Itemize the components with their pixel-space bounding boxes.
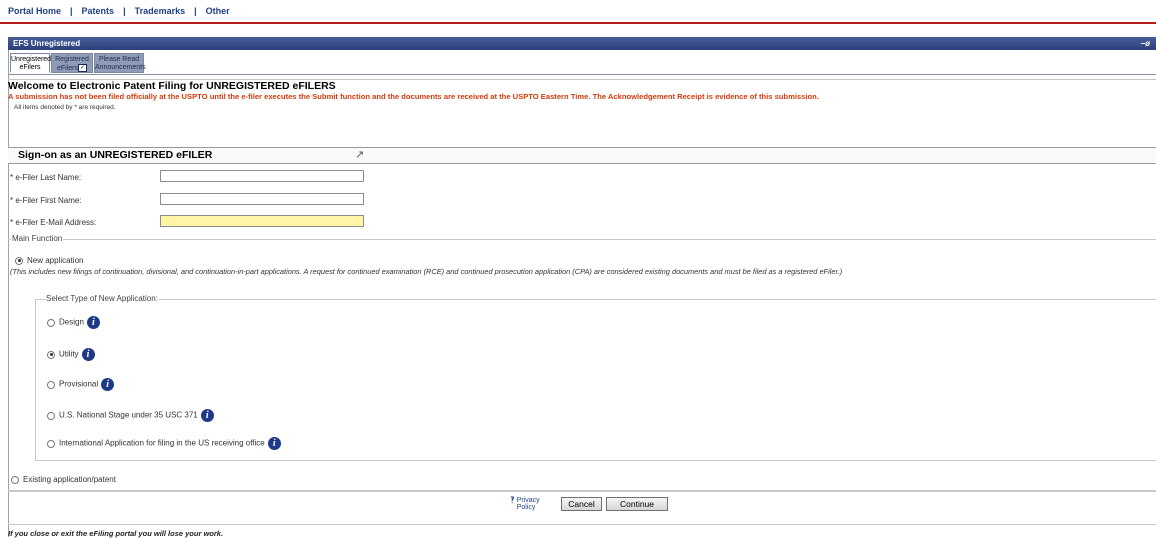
tab-label: Announcements [95, 64, 146, 71]
national-stage-label: U.S. National Stage under 35 USC 371 [59, 410, 198, 420]
national-stage-radio[interactable] [47, 411, 55, 420]
utility-option[interactable]: Utility i [47, 348, 95, 361]
submission-warning: A submission has not been filed official… [8, 92, 819, 101]
tab-label: Registered [55, 56, 89, 63]
info-icon[interactable]: i [200, 409, 214, 422]
tab-label: Unregistered [11, 56, 52, 63]
cancel-button[interactable]: Cancel [561, 497, 602, 511]
info-icon[interactable]: i [267, 437, 281, 450]
utility-radio[interactable] [47, 350, 55, 359]
new-application-radio[interactable] [15, 256, 23, 265]
checkmark-icon: ✓ [78, 64, 87, 72]
portal-nav: Portal Home | Patents | Trademarks | Other [8, 6, 230, 16]
nav-portal-home[interactable]: Portal Home [8, 6, 61, 16]
national-stage-option[interactable]: U.S. National Stage under 35 USC 371 i [47, 409, 214, 422]
tab-label: eFilers [56, 64, 78, 72]
portlet-title-bar: EFS Unregistered −ø [8, 37, 1156, 50]
mouse-cursor-icon: ↗ [355, 149, 365, 161]
new-application-option[interactable]: New application [15, 256, 83, 265]
email-input[interactable] [160, 215, 364, 227]
tab-label: Please Read [98, 56, 140, 63]
tab-registered-efilers[interactable]: Registered eFilers ✓ [51, 53, 93, 73]
international-option[interactable]: International Application for filing in … [47, 437, 281, 450]
signon-title: Sign-on as an UNREGISTERED eFILER [18, 149, 213, 161]
existing-application-label: Existing application/patent [23, 475, 116, 484]
first-name-label: * e-Filer First Name: [10, 196, 82, 205]
new-application-label: New application [27, 256, 84, 265]
policy-label: Policy [516, 504, 536, 511]
tab-please-read[interactable]: Please Read Announcements [94, 53, 146, 73]
tab-label: eFilers [19, 64, 41, 71]
design-label: Design [59, 317, 84, 327]
existing-application-radio[interactable] [11, 475, 19, 484]
cropped-heading [0, 0, 1156, 1]
portlet-title: EFS Unregistered [13, 39, 81, 48]
nav-separator: | [194, 6, 197, 16]
new-application-note: (This includes new filings of continuati… [10, 267, 843, 276]
nav-separator: | [70, 6, 73, 16]
provisional-option[interactable]: Provisional i [47, 378, 115, 391]
provisional-radio[interactable] [47, 380, 55, 389]
international-label: International Application for filing in … [59, 438, 265, 448]
nav-patents[interactable]: Patents [82, 6, 115, 16]
existing-application-option[interactable]: Existing application/patent [11, 475, 116, 484]
privacy-icon: ‽ [510, 495, 515, 505]
main-function-legend: Main Function [11, 234, 64, 243]
privacy-text: Privacy Policy [517, 497, 540, 511]
continue-button[interactable]: Continue [606, 497, 668, 511]
first-name-input[interactable] [160, 193, 364, 205]
design-option[interactable]: Design i [47, 316, 100, 329]
nav-separator: | [123, 6, 126, 16]
info-icon[interactable]: i [101, 378, 115, 391]
utility-label: Utility [59, 349, 79, 359]
last-name-label: * e-Filer Last Name: [10, 173, 82, 182]
provisional-label: Provisional [59, 379, 99, 389]
international-radio[interactable] [47, 439, 55, 448]
required-note: All items denoted by * are required. [14, 104, 116, 111]
privacy-policy-link[interactable]: ‽ Privacy Policy [510, 495, 540, 512]
window-controls[interactable]: −ø [1140, 37, 1150, 50]
page-title: Welcome to Electronic Patent Filing for … [8, 79, 1156, 92]
info-icon[interactable]: i [86, 316, 100, 329]
header-divider [0, 22, 1156, 24]
application-type-legend: Select Type of New Application: [45, 294, 159, 303]
tab-unregistered-efilers[interactable]: Unregistered eFilers [10, 53, 52, 73]
signon-header: Sign-on as an UNREGISTERED eFILER [8, 147, 1156, 164]
email-label: * e-Filer E-Mail Address: [10, 218, 97, 227]
privacy-label: Privacy [516, 497, 540, 504]
nav-trademarks[interactable]: Trademarks [135, 6, 186, 16]
last-name-input[interactable] [160, 170, 364, 182]
info-icon[interactable]: i [81, 348, 95, 361]
design-radio[interactable] [47, 318, 55, 327]
tab-underline [8, 74, 1156, 75]
nav-other[interactable]: Other [206, 6, 230, 16]
